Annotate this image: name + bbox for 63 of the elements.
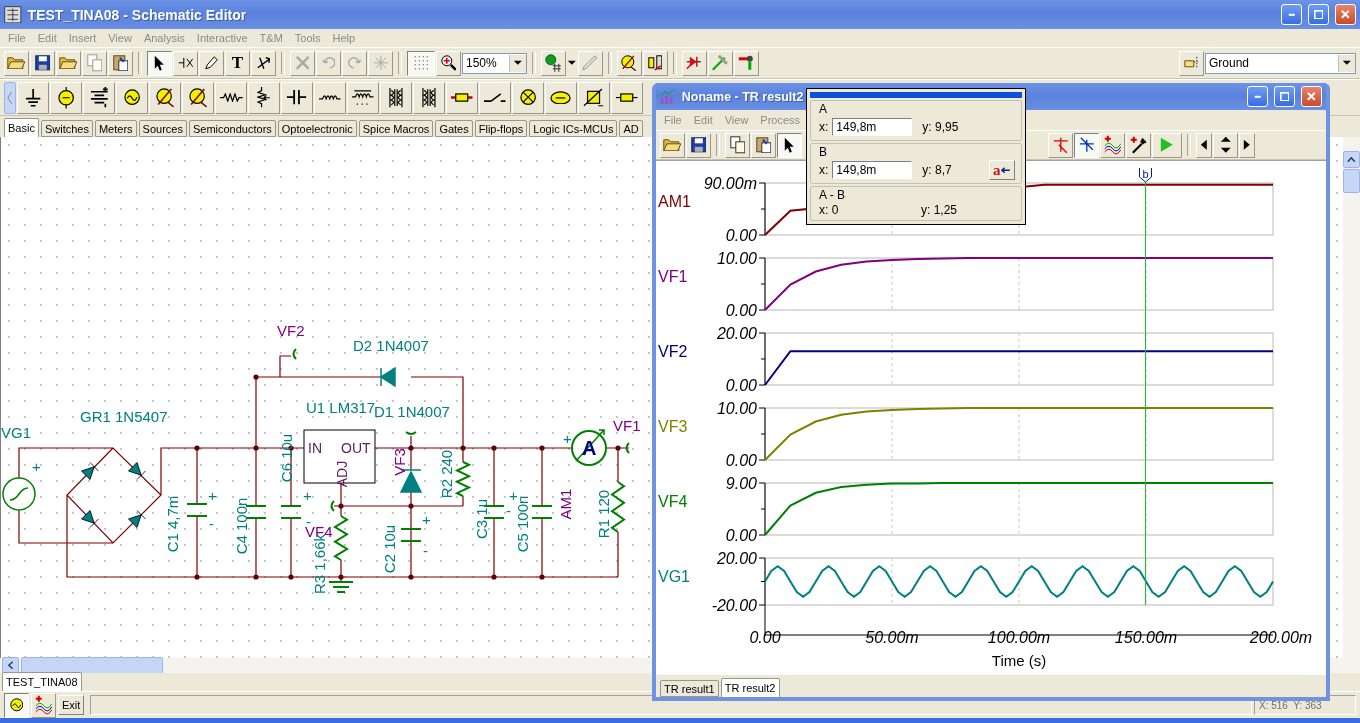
window-title: TEST_TINA08 - Schematic Editor xyxy=(27,6,248,23)
component-label: D2 1N4007 xyxy=(353,337,429,354)
trace-label: AM1 xyxy=(658,193,691,210)
group-label: A xyxy=(819,102,827,116)
y-tick-label: 10.00 xyxy=(716,250,757,267)
x-tick-label: 50.00m xyxy=(865,629,919,646)
y-tick-label: 20.00 xyxy=(716,550,757,567)
component-label: R2 240 xyxy=(438,449,455,499)
component-label: C2 10u xyxy=(381,524,398,574)
polarity-sign: + xyxy=(422,511,431,528)
component-label: VF1 xyxy=(613,417,641,434)
component-label: U1 LM317 xyxy=(306,399,376,416)
x-value: x: 0 xyxy=(819,203,840,217)
component-label: GR1 1N5407 xyxy=(80,408,168,425)
trace-label: VF1 xyxy=(658,268,688,285)
group-label: A - B xyxy=(819,188,845,202)
y-tick-label: 0.00 xyxy=(725,377,757,392)
y-tick-label: 90.00m xyxy=(703,175,757,192)
x-tick-label: 0.00 xyxy=(749,629,781,646)
component-label: VF2 xyxy=(277,322,305,339)
trace-label: VF4 xyxy=(658,493,688,510)
y-tick-label: 0.00 xyxy=(725,227,757,242)
polarity-sign: - xyxy=(506,502,511,519)
field-label: x: xyxy=(819,120,829,134)
polarity-sign: - xyxy=(423,542,428,559)
y-tick-label: 9.00 xyxy=(725,475,757,492)
component-label: C6 10u xyxy=(278,433,295,483)
group-label: B xyxy=(819,145,827,159)
y-tick-label: 20.00 xyxy=(716,325,757,342)
component-label: VG1 xyxy=(1,424,31,441)
component-label: ADJ xyxy=(334,460,350,488)
window-title: Noname - TR result2 xyxy=(681,89,805,104)
x-tick-label: 100.00m xyxy=(987,629,1051,646)
polarity-sign: + xyxy=(563,430,572,447)
polarity-sign: + xyxy=(509,487,518,504)
trace-label: VF3 xyxy=(658,418,688,435)
trace-label: VG1 xyxy=(658,568,690,585)
component-label: R1 120 xyxy=(595,489,612,539)
y-tick-label: 0.00 xyxy=(725,527,757,542)
field-label: x: xyxy=(819,163,829,177)
trace-label: VF2 xyxy=(658,343,688,360)
y-tick-label: 0.00 xyxy=(725,452,757,467)
component-label: C4 100n xyxy=(233,497,250,555)
axis-title: Time (s) xyxy=(991,652,1047,669)
polarity-sign: + xyxy=(303,487,312,504)
component-label: OUT xyxy=(341,440,371,456)
component-label: C1 4,7m xyxy=(164,495,181,553)
component-label: IN xyxy=(308,440,322,456)
x-tick-label: 150.00m xyxy=(1114,629,1178,646)
polarity-sign: + xyxy=(208,487,217,504)
y-tick-label: 10.00 xyxy=(716,400,757,417)
polarity-sign: - xyxy=(209,515,214,532)
component-label: C3 1u xyxy=(473,499,490,539)
y-value: y: 8,7 xyxy=(922,163,952,177)
x-tick-label: 200.00m xyxy=(1249,629,1313,646)
component-label: D1 1N4007 xyxy=(374,403,450,420)
y-value: y: 1,25 xyxy=(921,203,958,217)
component-label: VF3 xyxy=(391,448,408,476)
y-tick-label: 0.00 xyxy=(725,302,757,317)
y-value: y: 9,95 xyxy=(922,120,959,134)
component-label: AM1 xyxy=(557,488,574,520)
polarity-sign: + xyxy=(32,458,41,475)
y-tick-label: -20.00 xyxy=(711,597,757,614)
